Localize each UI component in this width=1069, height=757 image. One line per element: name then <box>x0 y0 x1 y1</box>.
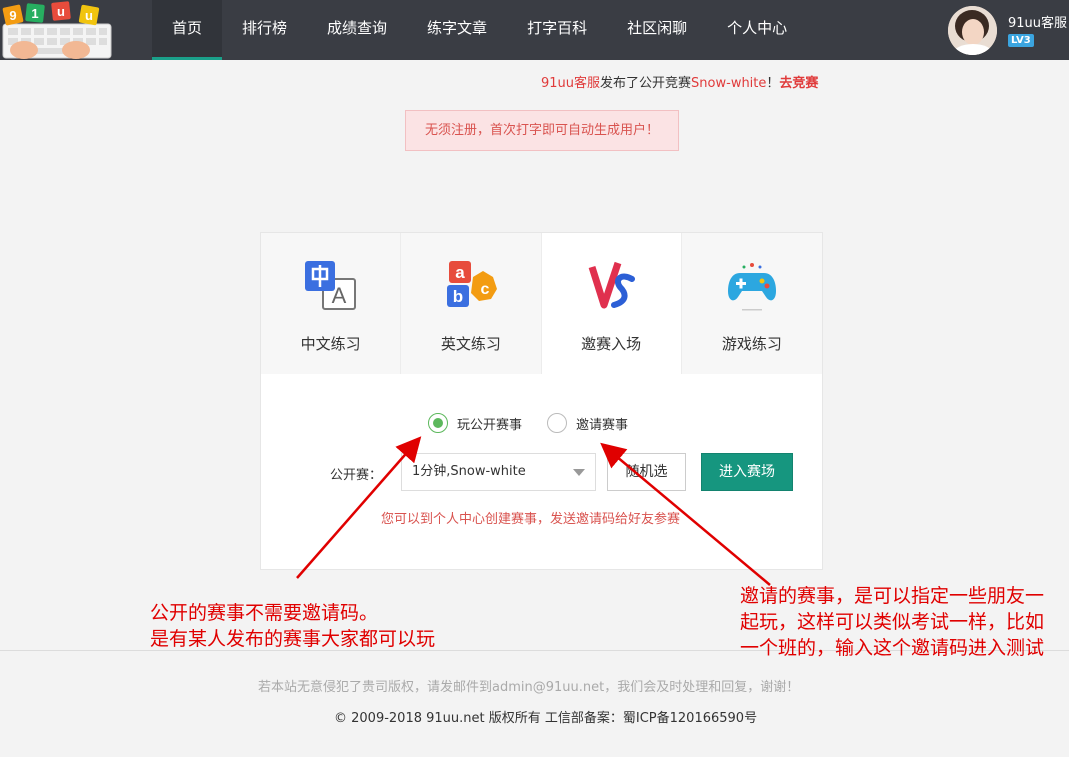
announce-text-end: ！ <box>766 76 780 91</box>
level-badge: LV3 <box>1008 34 1034 47</box>
site-copyright: © 2009-2018 91uu.net 版权所有 工信部备案：蜀ICP备120… <box>334 711 758 726</box>
public-contest-select[interactable]: 1分钟,Snow-white <box>401 453 596 491</box>
logo-letter: 9 <box>9 8 16 23</box>
announcer-name[interactable]: 91uu客服 <box>541 76 600 91</box>
nav-item-ranking[interactable]: 排行榜 <box>222 0 307 60</box>
practice-card: A 中文练习 a b c 英文练习 邀赛入场 游戏练习 玩公开赛事 邀请赛事 公… <box>260 232 823 570</box>
svg-text:b: b <box>453 287 463 306</box>
annotation-line: 公开的赛事不需要邀请码。 <box>150 602 379 624</box>
gamepad-icon <box>727 263 776 311</box>
go-contest-link[interactable]: 去竞赛 <box>779 76 818 91</box>
top-navbar: 9 1 u u 首页 排行榜 成绩查询 练字文章 打字百科 社区闲聊 个人中心 … <box>0 0 1069 60</box>
contest-announcement: 91uu客服发布了公开竞赛Snow-white！去竞赛 <box>541 72 818 91</box>
nav-item-home[interactable]: 首页 <box>152 0 223 60</box>
logo-letter: 1 <box>31 6 38 21</box>
radio-public-contest[interactable]: 玩公开赛事 <box>428 413 522 433</box>
site-logo[interactable]: 9 1 u u <box>0 0 115 60</box>
chinese-icon: A <box>305 261 356 310</box>
enter-arena-button[interactable]: 进入赛场 <box>701 453 793 491</box>
create-contest-hint: 您可以到个人中心创建赛事，发送邀请码给好友参赛 <box>381 512 681 527</box>
svg-text:c: c <box>481 281 490 298</box>
tab-label: 游戏练习 <box>721 335 782 353</box>
nav-item-profile[interactable]: 个人中心 <box>707 0 807 60</box>
annotation-line: 是有某人发布的赛事大家都可以玩 <box>150 628 436 650</box>
tab-label: 英文练习 <box>440 335 501 353</box>
copyright-notice: 若本站无意侵犯了贵司版权，请发邮件到admin@91uu.net，我们会及时处理… <box>258 680 800 695</box>
contest-type-radios: 玩公开赛事 邀请赛事 <box>428 413 653 433</box>
tab-invite-contest[interactable]: 邀赛入场 <box>541 233 682 374</box>
radio-button[interactable] <box>547 413 568 433</box>
nav-item-community[interactable]: 社区闲聊 <box>607 0 707 60</box>
logo-letter: u <box>85 8 93 23</box>
annotation-invite-contest: 邀请的赛事，是可以指定一些朋友一起玩，这样可以类似考试一样，比如一个班的，输入这… <box>740 585 1045 659</box>
nav-item-wiki[interactable]: 打字百科 <box>507 0 607 60</box>
random-select-button[interactable]: 随机选 <box>607 453 686 491</box>
public-contest-label: 公开赛： <box>330 468 383 483</box>
radio-label: 邀请赛事 <box>576 417 629 433</box>
caret-down-icon <box>573 469 585 476</box>
radio-invite-contest[interactable]: 邀请赛事 <box>547 413 628 433</box>
tab-chinese-practice[interactable]: A 中文练习 <box>261 233 402 374</box>
radio-button-checked[interactable] <box>428 413 448 433</box>
tab-label: 中文练习 <box>300 335 361 353</box>
username[interactable]: 91uu客服 <box>1008 12 1067 31</box>
tab-english-practice[interactable]: a b c 英文练习 <box>401 233 542 374</box>
logo-letter: u <box>57 4 65 19</box>
announce-text: 发布了公开竞赛 <box>600 76 692 91</box>
announce-contest-name: Snow-white <box>691 76 767 91</box>
svg-text:a: a <box>456 263 466 282</box>
avatar[interactable] <box>948 6 997 55</box>
tab-label: 邀赛入场 <box>581 335 642 353</box>
practice-tabs: A 中文练习 a b c 英文练习 邀赛入场 游戏练习 <box>261 233 822 374</box>
tab-game-practice[interactable]: 游戏练习 <box>681 233 822 374</box>
radio-label: 玩公开赛事 <box>457 417 523 433</box>
main-nav: 首页 排行榜 成绩查询 练字文章 打字百科 社区闲聊 个人中心 <box>152 0 807 60</box>
registration-notice: 无须注册，首次打字即可自动生成用户！ <box>405 110 679 151</box>
annotation-public-contest: 公开的赛事不需要邀请码。 是有某人发布的赛事大家都可以玩 <box>150 600 435 652</box>
vs-icon <box>588 261 635 309</box>
abc-blocks-icon: a b c <box>447 261 498 307</box>
nav-item-articles[interactable]: 练字文章 <box>407 0 507 60</box>
nav-item-scores[interactable]: 成绩查询 <box>307 0 407 60</box>
select-value: 1分钟,Snow-white <box>412 464 526 479</box>
